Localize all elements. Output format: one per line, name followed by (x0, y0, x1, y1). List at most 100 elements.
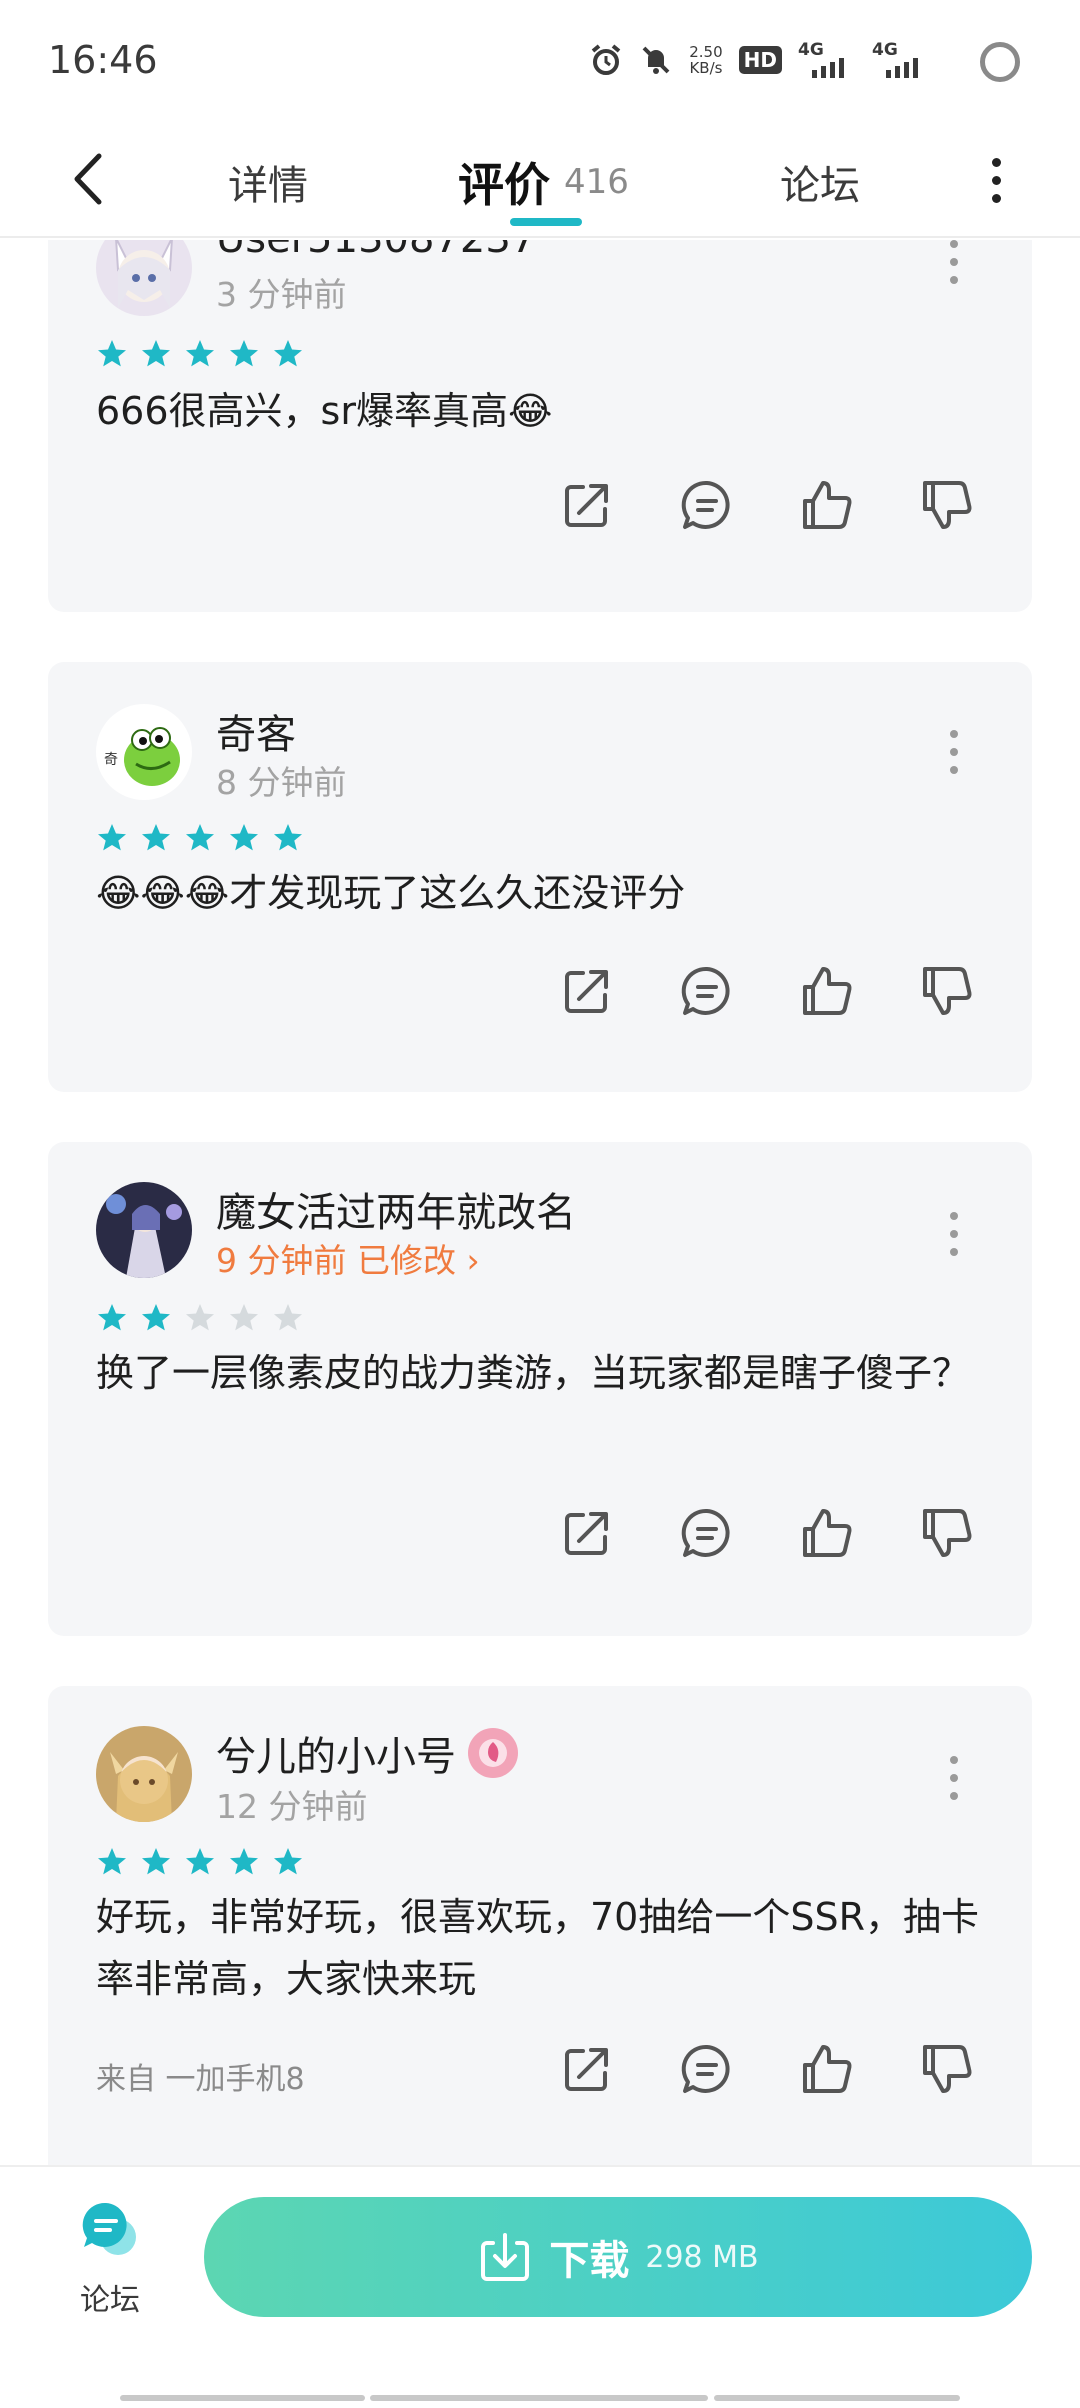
home-indicator (714, 2395, 960, 2401)
dislike-button[interactable] (918, 1504, 976, 1562)
comment-button[interactable] (678, 1504, 736, 1562)
star-filled-icon (274, 340, 302, 367)
review-more-button[interactable] (944, 1212, 964, 1256)
star-empty-icon (274, 1304, 302, 1331)
review-time-edited[interactable]: 9 分钟前 已修改 › (216, 1234, 480, 1282)
avatar[interactable] (96, 1726, 192, 1822)
username-text: 魔女活过两年就改名 (216, 1190, 576, 1236)
like-button[interactable] (798, 962, 856, 1020)
share-button[interactable] (558, 1504, 616, 1562)
star-filled-icon (98, 1848, 126, 1875)
like-icon (803, 1509, 852, 1557)
like-button[interactable] (798, 476, 856, 534)
tab-details-label: 详情 (228, 163, 308, 209)
star-filled-icon (142, 824, 170, 851)
tab-forum[interactable]: 论坛 (780, 142, 860, 222)
star-filled-icon (98, 1304, 126, 1331)
share-button[interactable] (558, 476, 616, 534)
tab-reviews[interactable]: 评价 416 (458, 142, 629, 222)
like-icon (803, 967, 852, 1015)
review-actions (558, 476, 976, 534)
forum-entry-button[interactable]: 论坛 (60, 2197, 160, 2337)
signal-icon: 4G (798, 40, 856, 80)
review-username[interactable]: 兮儿的小小号 (216, 1724, 518, 1782)
forum-entry-label: 论坛 (80, 2283, 140, 2318)
more-menu-button[interactable] (976, 148, 1016, 212)
status-time: 16:46 (48, 38, 158, 82)
review-more-button[interactable] (944, 240, 964, 284)
back-arrow-icon (74, 153, 102, 205)
share-button[interactable] (558, 2040, 616, 2098)
download-size: 298 MB (645, 2239, 759, 2275)
star-filled-icon (186, 824, 214, 851)
review-username[interactable]: User513087237 (216, 240, 536, 262)
star-filled-icon (230, 1848, 258, 1875)
review-time: 3 分钟前 (216, 275, 347, 314)
tab-details[interactable]: 详情 (228, 142, 308, 222)
star-empty-icon (186, 1304, 214, 1331)
back-button[interactable] (58, 144, 118, 214)
like-button[interactable] (798, 2040, 856, 2098)
avatar[interactable] (96, 240, 192, 316)
tab-forum-label: 论坛 (780, 163, 860, 209)
star-filled-icon (142, 340, 170, 367)
review-card: User513087237 3 分钟前 666很高兴，sr爆率真高😂 (48, 240, 1032, 612)
star-filled-icon (274, 824, 302, 851)
like-button[interactable] (798, 1504, 856, 1562)
review-device: 来自 一加手机8 (96, 2062, 305, 2097)
comment-icon (681, 2044, 730, 2093)
review-username[interactable]: 魔女活过两年就改名 (216, 1180, 576, 1238)
dislike-button[interactable] (918, 476, 976, 534)
status-icons: 2.50 KB/s HD 4G 4G (589, 40, 930, 80)
star-filled-icon (98, 824, 126, 851)
comment-button[interactable] (678, 2040, 736, 2098)
mute-icon (639, 43, 673, 77)
active-tab-indicator (510, 218, 582, 226)
review-text: 好玩，非常好玩，很喜欢玩，70抽给一个SSR，抽卡率非常高，大家快来玩 (96, 1895, 980, 2001)
dislike-button[interactable] (918, 2040, 976, 2098)
username-text: 奇客 (216, 712, 296, 758)
review-actions (558, 962, 976, 1020)
avatar[interactable]: 奇 (96, 704, 192, 800)
review-username[interactable]: 奇客 (216, 702, 296, 760)
review-text: 666很高兴，sr爆率真高😂 (96, 389, 553, 433)
bottom-bar: 论坛 下载 298 MB (0, 2165, 1080, 2408)
nav-bar: 详情 评价 416 论坛 (0, 120, 1080, 238)
star-filled-icon (186, 340, 214, 367)
share-icon (565, 484, 608, 527)
tab-reviews-label: 评价 (458, 158, 550, 212)
share-icon (565, 2048, 608, 2091)
tab-reviews-count: 416 (564, 162, 629, 202)
sim2-label: 4G (872, 40, 898, 60)
review-card: 奇 奇客 8 分钟前 😂😂😂才发现玩了这么久还没评分 (48, 662, 1032, 1092)
download-label: 下载 (549, 2238, 630, 2284)
alarm-icon (589, 43, 623, 77)
comment-icon (681, 1508, 730, 1557)
username-text: 兮儿的小小号 (216, 1734, 456, 1780)
medal-badge-icon (468, 1728, 518, 1778)
rating-stars (96, 822, 304, 854)
rating-stars (96, 1302, 304, 1334)
star-filled-icon (98, 340, 126, 367)
dislike-icon (923, 481, 972, 529)
star-empty-icon (230, 1304, 258, 1331)
avatar[interactable] (96, 1182, 192, 1278)
review-list[interactable]: User513087237 3 分钟前 666很高兴，sr爆率真高😂 奇 奇客 … (0, 240, 1080, 2165)
username-text: User513087237 (216, 240, 536, 262)
review-time: 12 分钟前 (216, 1787, 368, 1826)
forum-chat-icon (82, 2202, 136, 2255)
review-more-button[interactable] (944, 730, 964, 774)
dislike-button[interactable] (918, 962, 976, 1020)
star-filled-icon (230, 824, 258, 851)
svg-text:奇: 奇 (104, 751, 118, 768)
download-button[interactable]: 下载 298 MB (204, 2197, 1032, 2317)
star-filled-icon (142, 1304, 170, 1331)
star-filled-icon (186, 1848, 214, 1875)
comment-button[interactable] (678, 476, 736, 534)
battery-ring-icon (980, 42, 1020, 82)
hd-icon: HD (738, 46, 782, 74)
review-text: 😂😂😂才发现玩了这么久还没评分 (96, 871, 686, 915)
review-more-button[interactable] (944, 1756, 964, 1800)
share-button[interactable] (558, 962, 616, 1020)
comment-button[interactable] (678, 962, 736, 1020)
